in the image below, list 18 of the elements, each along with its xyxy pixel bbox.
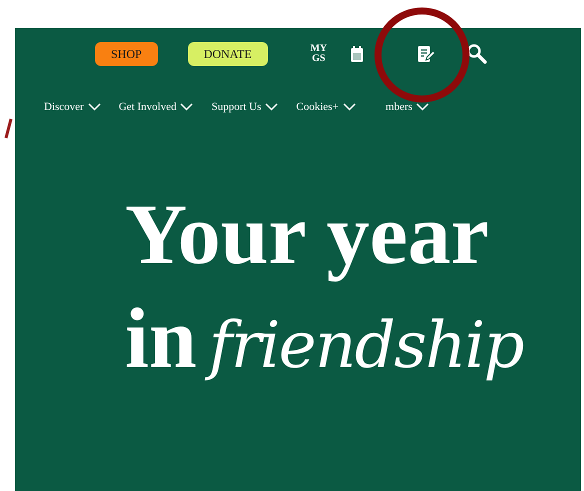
shop-button[interactable]: SHOP	[95, 42, 158, 66]
script-headline: friendship	[204, 298, 534, 394]
headline: in	[125, 289, 197, 388]
chevron-down-icon	[265, 103, 278, 111]
chevron-down-icon	[342, 103, 356, 111]
chevron-down-icon	[88, 103, 101, 111]
donate-button[interactable]: DONATE	[188, 42, 268, 66]
nav-menu-item[interactable]: Get Involved	[118, 98, 194, 116]
edit-document-icon[interactable]	[416, 44, 436, 64]
nav-menu-item[interactable]: Support Us	[211, 98, 278, 116]
nav-menu-item[interactable]: mbers	[386, 98, 430, 116]
nav-menu-item[interactable]: Cookies+	[296, 98, 356, 116]
headline: Your year	[125, 185, 490, 284]
chevron-down-icon	[180, 103, 194, 111]
nav-menu-item[interactable]: Discover	[44, 98, 101, 116]
my-gs-link[interactable]: MY GS	[308, 44, 330, 64]
chevron-down-icon	[416, 103, 430, 111]
calendar-icon[interactable]	[350, 45, 364, 63]
